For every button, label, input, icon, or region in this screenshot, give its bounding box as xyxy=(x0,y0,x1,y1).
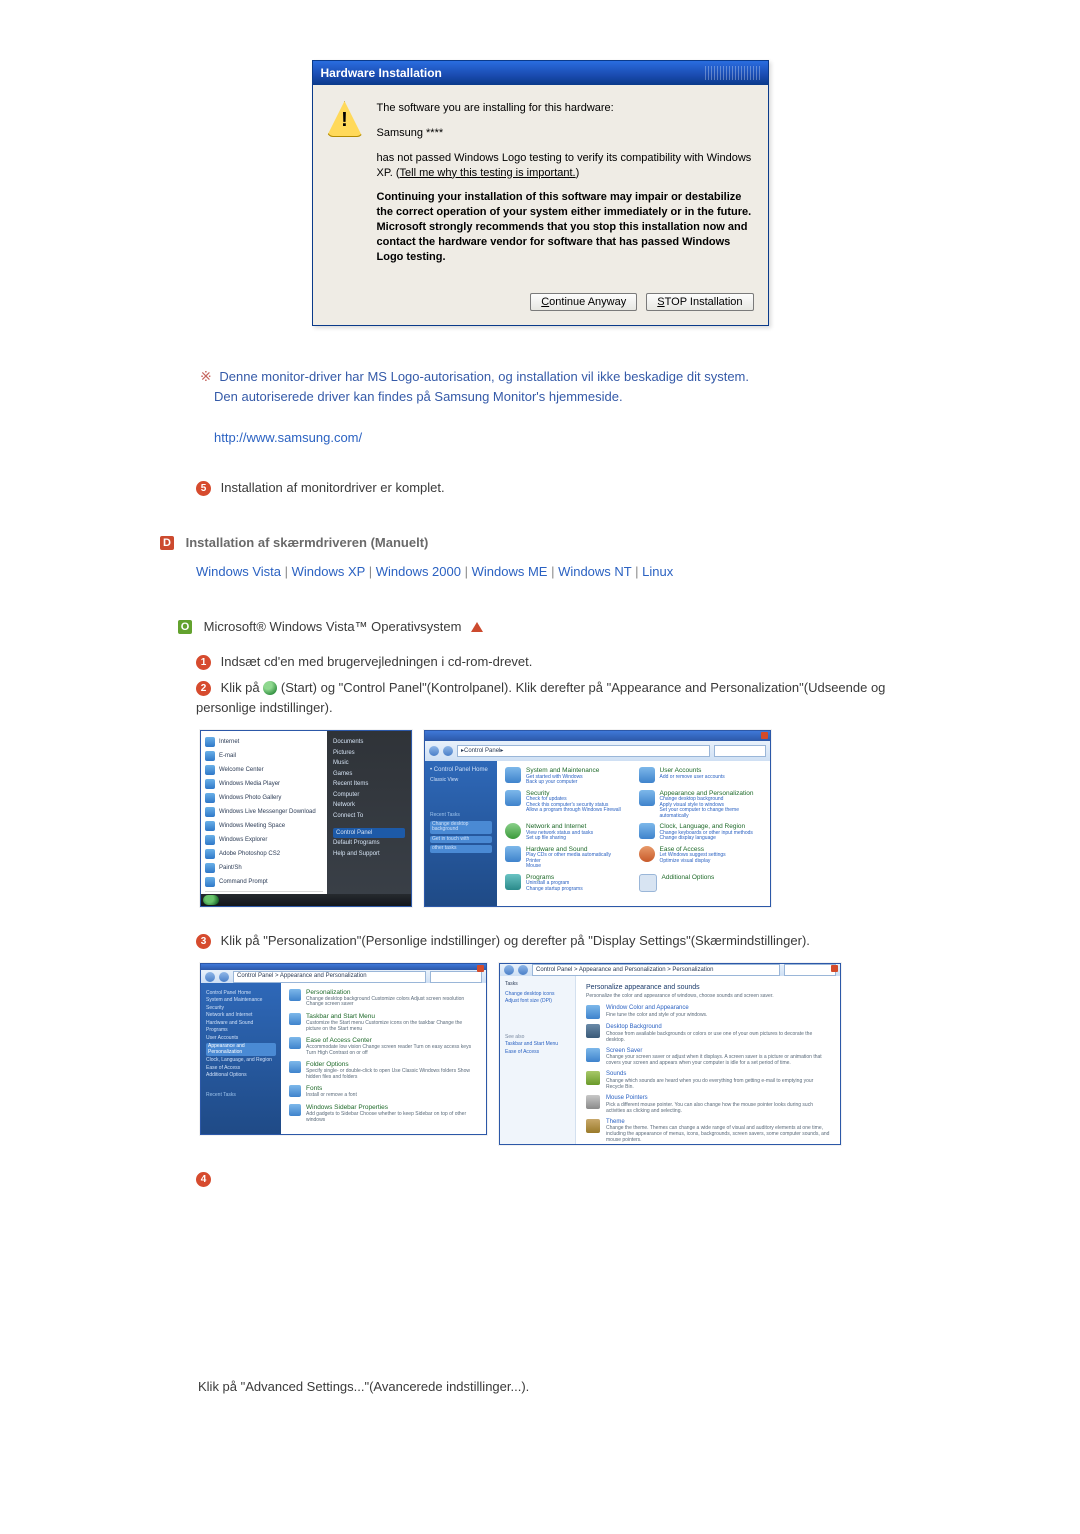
step-4: 4 xyxy=(196,1169,920,1189)
start-orb-icon xyxy=(263,681,277,695)
step-4-text: Klik på "Advanced Settings..."(Avancered… xyxy=(198,1379,920,1394)
up-arrow-icon xyxy=(471,622,483,632)
hw-warning-bold: Continuing your installation of this sof… xyxy=(377,190,754,264)
screenshot-personalization-panel: Control Panel > Appearance and Personali… xyxy=(499,963,841,1145)
section-d-badge: D xyxy=(160,536,174,550)
screenshot-control-panel: ▸ Control Panel ▸ • Control Panel Home C… xyxy=(424,730,771,907)
warning-icon: ! xyxy=(327,101,363,137)
forward-icon xyxy=(443,746,453,756)
screenshot-appearance-panel: Control Panel > Appearance and Personali… xyxy=(200,963,487,1135)
hw-line1: The software you are installing for this… xyxy=(377,101,754,116)
vista-os-heading: O Microsoft® Windows Vista™ Operativsyst… xyxy=(178,619,920,634)
step-5: 5 Installation af monitordriver er kompl… xyxy=(196,478,920,499)
os-link-linux[interactable]: Linux xyxy=(642,564,673,579)
step-badge-4: 4 xyxy=(196,1172,211,1187)
hw-line2: has not passed Windows Logo testing to v… xyxy=(377,151,754,181)
dialog-titlebar: Hardware Installation xyxy=(313,61,768,85)
logo-testing-link[interactable]: Tell me why this testing is important. xyxy=(400,167,576,179)
os-link-xp[interactable]: Windows XP xyxy=(292,564,365,579)
os-link-2000[interactable]: Windows 2000 xyxy=(376,564,461,579)
step-badge-1: 1 xyxy=(196,655,211,670)
authorization-note: ※ Denne monitor-driver har MS Logo-autor… xyxy=(200,366,920,448)
stop-installation-button[interactable]: STOP Installation xyxy=(646,293,753,311)
close-icon xyxy=(831,965,838,972)
dialog-body-text: The software you are installing for this… xyxy=(377,101,754,275)
back-icon xyxy=(429,746,439,756)
step-3: 3 Klik på "Personalization"(Personlige i… xyxy=(196,931,920,951)
search-input xyxy=(714,745,766,757)
screenshot-start-menu: InternetE-mailWelcome CenterWindows Medi… xyxy=(200,730,412,907)
step-badge-2: 2 xyxy=(196,681,211,696)
continue-anyway-button[interactable]: Continue Anyway xyxy=(530,293,637,311)
step-1: 1 Indsæt cd'en med brugervejledningen i … xyxy=(196,652,920,672)
os-link-vista[interactable]: Windows Vista xyxy=(196,564,281,579)
titlebar-gripper xyxy=(705,66,760,80)
start-orb-icon xyxy=(203,895,219,905)
samsung-homepage-link[interactable]: http://www.samsung.com/ xyxy=(214,430,362,445)
step-5-text: Installation af monitordriver er komplet… xyxy=(221,480,445,495)
os-link-nt[interactable]: Windows NT xyxy=(558,564,631,579)
hw-device: Samsung **** xyxy=(377,126,754,141)
step-2: 2 Klik på (Start) og "Control Panel"(Kon… xyxy=(196,678,920,718)
close-icon xyxy=(761,732,768,739)
vista-badge: O xyxy=(178,620,192,634)
asterisk-icon: ※ xyxy=(200,368,212,384)
section-d-heading: D Installation af skærmdriveren (Manuelt… xyxy=(160,535,920,550)
dialog-title: Hardware Installation xyxy=(321,66,442,80)
step-badge-3: 3 xyxy=(196,934,211,949)
hardware-installation-dialog: Hardware Installation ! The software you… xyxy=(312,60,769,326)
os-links-row: Windows Vista | Windows XP | Windows 200… xyxy=(196,564,920,579)
close-icon xyxy=(477,965,484,972)
step-badge-5: 5 xyxy=(196,481,211,496)
os-link-me[interactable]: Windows ME xyxy=(472,564,548,579)
